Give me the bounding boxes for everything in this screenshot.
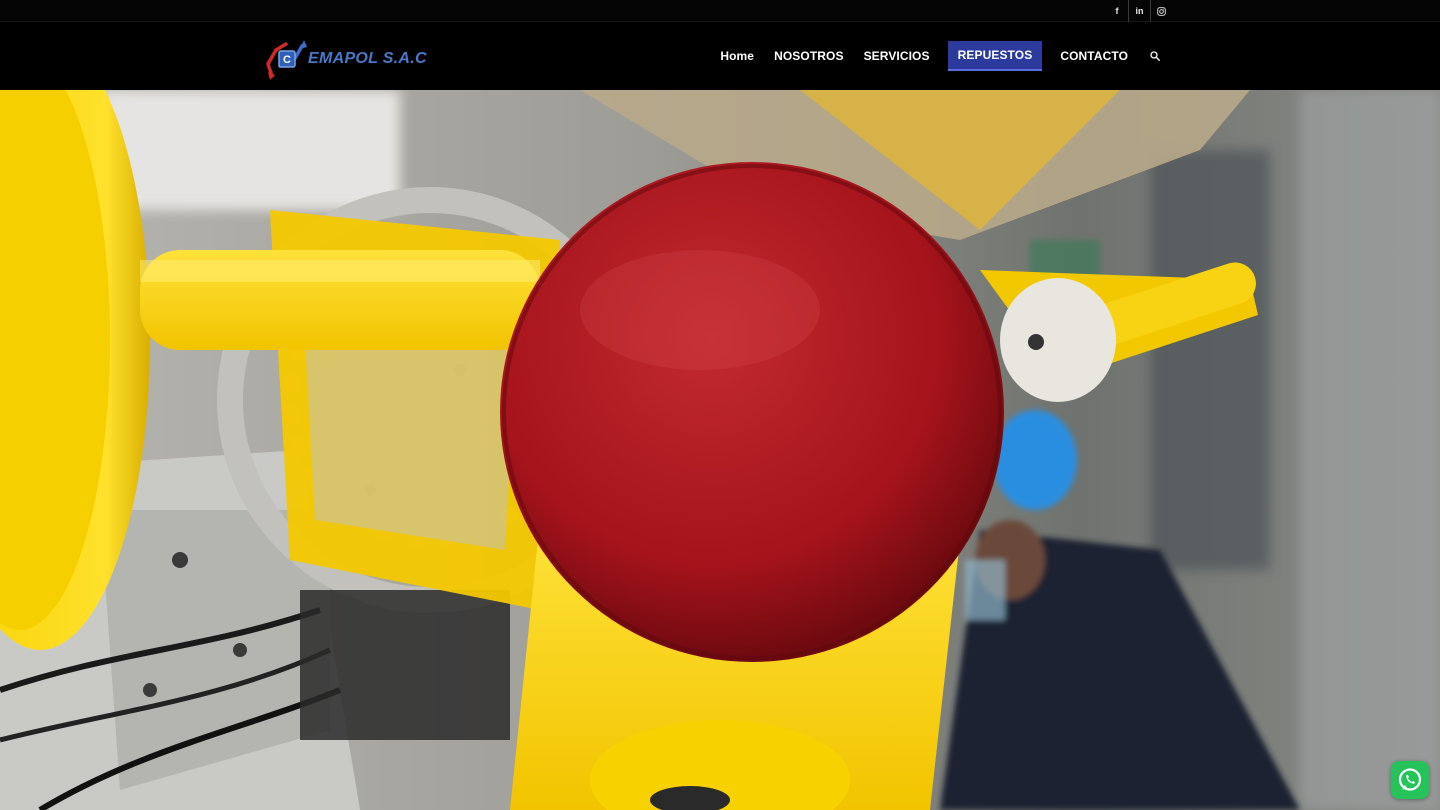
- logo-text: EMAPOL S.A.C: [308, 50, 427, 67]
- facebook-link-label: f: [1115, 6, 1119, 16]
- instagram-icon[interactable]: [1150, 0, 1172, 22]
- facebook-icon[interactable]: f: [1106, 0, 1128, 22]
- svg-text:C: C: [283, 54, 291, 66]
- nav-item-servicios[interactable]: SERVICIOS: [854, 41, 940, 71]
- whatsapp-icon: [1398, 768, 1422, 791]
- linkedin-link-label: in: [1135, 6, 1144, 16]
- nav-item-contacto[interactable]: CONTACTO: [1050, 41, 1138, 71]
- search-icon[interactable]: [1140, 41, 1170, 71]
- social-bar: f in: [0, 0, 1440, 22]
- nav-item-nosotros[interactable]: NOSOTROS: [764, 41, 853, 71]
- main-nav: Home NOSOTROS SERVICIOS REPUESTOS CONTAC…: [710, 22, 1170, 90]
- site-header: C EMAPOL S.A.C Home NOSOTROS SERVICIOS R…: [0, 22, 1440, 90]
- site-logo[interactable]: C EMAPOL S.A.C: [266, 36, 427, 82]
- instagram-glyph: [1157, 6, 1166, 16]
- hero-machinery-image: [0, 90, 1440, 810]
- whatsapp-button[interactable]: [1391, 761, 1429, 799]
- nav-item-home[interactable]: Home: [710, 41, 764, 71]
- nav-item-repuestos[interactable]: REPUESTOS: [947, 41, 1043, 71]
- social-links: f in: [1106, 0, 1172, 22]
- hero-banner: [0, 90, 1440, 810]
- linkedin-icon[interactable]: in: [1128, 0, 1150, 22]
- logo-mark-icon: C: [266, 36, 308, 82]
